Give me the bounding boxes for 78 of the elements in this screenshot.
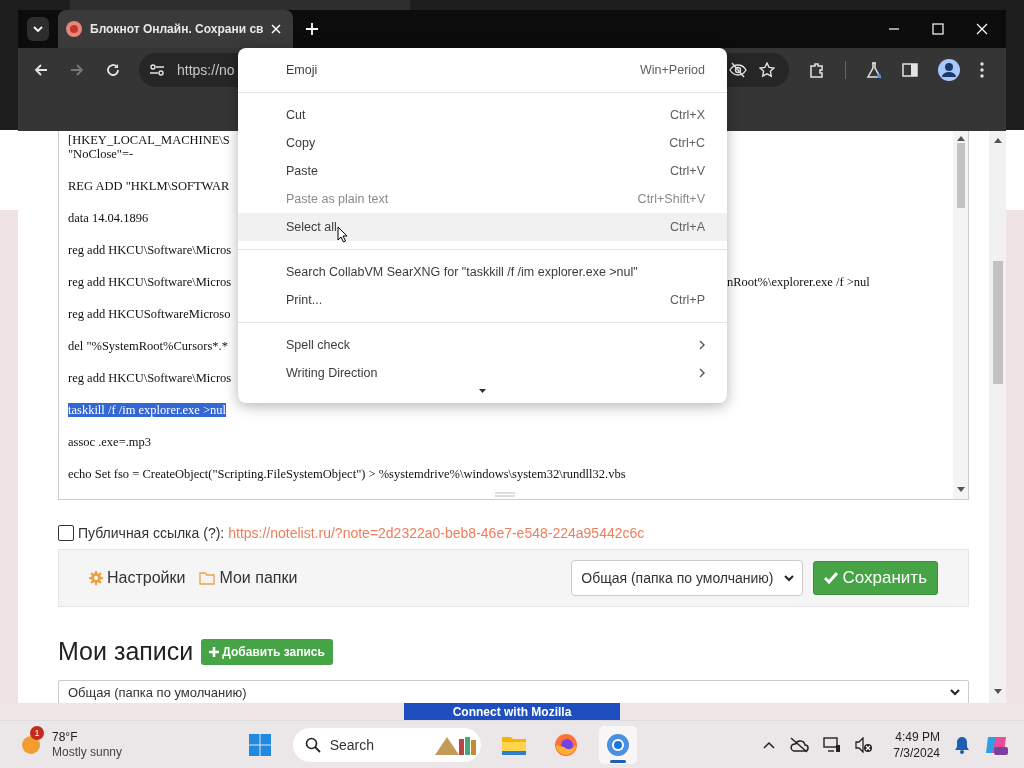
menu-icon[interactable] [980, 62, 984, 78]
menu-item[interactable]: Copy Ctrl+C [238, 129, 727, 157]
text-line: assoc .exe=.mp3 [68, 435, 152, 449]
network-icon[interactable] [823, 736, 842, 753]
menu-item[interactable]: Writing Direction [238, 359, 727, 387]
scroll-down-icon[interactable] [956, 487, 965, 493]
text-line: REG ADD "HKLM\SOFTWAR [68, 179, 230, 193]
cloud-off-icon[interactable] [789, 736, 810, 753]
plus-icon [209, 646, 220, 657]
new-tab-icon[interactable] [305, 22, 320, 36]
scroll-down-icon[interactable] [479, 389, 486, 393]
text-line: reg add HKCU\Software\Micros [68, 243, 232, 257]
connect-button[interactable]: Connect with Mozilla [404, 703, 620, 720]
scroll-up-icon[interactable] [956, 135, 965, 141]
back-icon[interactable] [33, 62, 49, 78]
maximize-icon[interactable] [932, 23, 944, 35]
menu-item[interactable]: Cut Ctrl+X [238, 101, 727, 129]
puzzle-icon[interactable] [809, 62, 825, 78]
close-tab-icon[interactable] [271, 24, 282, 34]
close-icon[interactable] [976, 23, 988, 35]
eye-slash-icon[interactable] [729, 62, 747, 78]
text-line: nRoot%\explorer.exe /f >nul [727, 275, 871, 289]
search-icon [304, 736, 321, 753]
check-icon [823, 572, 838, 584]
scroll-down-icon[interactable] [993, 689, 1002, 695]
gear-icon [89, 571, 103, 585]
windows-start-icon[interactable] [248, 733, 271, 756]
bell-icon[interactable] [954, 735, 970, 754]
menu-item[interactable]: Emoji Win+Period [238, 56, 727, 84]
text-line: data 14.04.1896 [68, 211, 149, 225]
public-link-checkbox[interactable] [58, 525, 74, 541]
mouse-cursor-icon [336, 225, 348, 243]
scroll-up-icon[interactable] [993, 137, 1002, 143]
chevron-right-icon [699, 368, 705, 378]
text-line: reg add HKCU\Software\Micros [68, 371, 232, 385]
menu-item[interactable]: Print... Ctrl+P [238, 286, 727, 314]
menu-item[interactable]: Paste Ctrl+V [238, 157, 727, 185]
browser-tab[interactable]: Блокнот Онлайн. Сохрани св [58, 10, 294, 48]
folders-link[interactable]: Мои папки [199, 569, 298, 587]
temperature: 78°F [52, 729, 79, 745]
reload-icon[interactable] [105, 62, 121, 78]
text-line: [HKEY_LOCAL_MACHINE\S [68, 133, 230, 147]
site-info-icon[interactable] [149, 63, 165, 77]
menu-item[interactable]: Spell check [238, 331, 727, 359]
flask-icon[interactable] [866, 62, 882, 78]
profile-icon[interactable] [938, 59, 960, 81]
speaker-muted-icon[interactable] [855, 736, 874, 753]
text-line: reg add HKCU\Software\Micros [68, 275, 233, 289]
sidebar-icon[interactable] [902, 62, 918, 78]
forward-icon[interactable] [69, 62, 85, 78]
chevron-down-icon [32, 23, 44, 35]
bookmark-star-icon[interactable] [759, 62, 775, 78]
settings-link[interactable]: Настройки [89, 569, 186, 587]
chevron-up-icon[interactable] [763, 740, 776, 749]
tab-search-button[interactable] [27, 17, 49, 41]
weather-condition: Mostly sunny [52, 744, 123, 760]
text-line: reg add HKCUSoftwareMicroso [68, 307, 231, 321]
folder-select[interactable]: Общая (папка по умолчанию) [571, 560, 803, 596]
favicon-icon [66, 21, 82, 37]
public-link-label: Публичная ссылка (?): [78, 525, 225, 541]
text-line: "NoClose"=- [68, 147, 134, 161]
text-line: echo Set fso = CreateObject("Scripting.FileSystemObject") > %systemdrive%\windows\system32\rundll32.vbs [68, 467, 626, 481]
scrollbar-thumb[interactable] [992, 261, 1003, 384]
section-heading: Мои записи [58, 637, 194, 666]
resize-handle-icon[interactable] [495, 492, 515, 497]
taskbar-search-field[interactable]: Search [292, 727, 481, 762]
chevron-down-icon [950, 688, 960, 696]
chrome-app-icon[interactable] [598, 725, 637, 764]
clock[interactable]: 4:49 PM 7/3/2024 [893, 728, 940, 761]
menu-item[interactable]: Search CollabVM SearXNG for "taskkill /f /im explorer.exe >nul" [238, 258, 727, 286]
chevron-down-icon [783, 574, 794, 582]
text-line: del "%SystemRoot%Cursors*.* [68, 339, 228, 353]
folder-icon [199, 571, 216, 585]
chevron-right-icon [699, 340, 705, 350]
menu-item[interactable]: Select all Ctrl+A [238, 213, 727, 241]
notification-badge: 1 [30, 725, 44, 740]
scrollbar-thumb[interactable] [956, 143, 965, 208]
folder-select[interactable]: Общая (папка по умолчанию) [58, 680, 969, 703]
